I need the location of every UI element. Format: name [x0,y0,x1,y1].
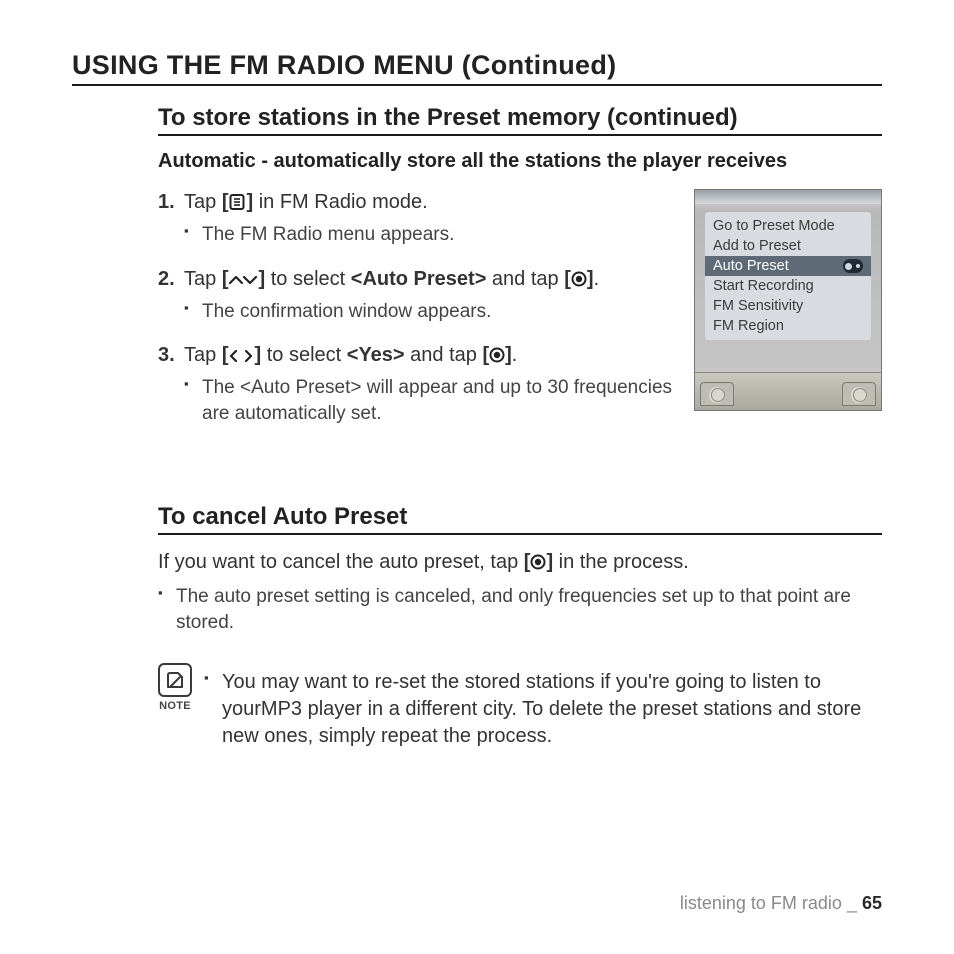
bracket-open: [ [564,268,571,290]
section-store-title: To store stations in the Preset memory (… [158,104,882,136]
step-1: 1. Tap [] in FM Radio mode. The FM Radio… [158,189,676,248]
bracket-open: [ [222,344,229,366]
bracket-close: ] [505,344,512,366]
step-text: Tap [184,344,222,366]
device-knob-icon [842,382,876,406]
bracket-open: [ [482,344,489,366]
step-text: and tap [405,344,483,366]
bracket-open: [ [222,268,229,290]
step-text: in FM Radio mode. [253,191,428,213]
step-num: 1. [158,189,175,216]
step-3: 3. Tap [] to select <Yes> and tap []. Th… [158,342,676,426]
menu-ref-yes: <Yes> [347,344,405,366]
step-text: . [594,268,600,290]
step-text: to select [265,268,351,290]
select-icon [489,347,505,363]
selection-indicator-icon [843,259,863,273]
select-icon [530,554,546,570]
section-store-subtitle: Automatic - automatically store all the … [158,150,882,173]
note-block: NOTE You may want to re-set the stored s… [158,663,882,752]
device-knob-icon [700,382,734,406]
page-footer: listening to FM radio _ 65 [680,893,882,914]
step-text: to select [261,344,347,366]
device-menu-item: Start Recording [705,276,871,296]
cancel-intro-post: in the process. [553,551,689,573]
left-right-icon [228,349,254,363]
step-note: The FM Radio menu appears. [184,222,676,248]
device-menu-item: FM Region [705,316,871,336]
device-menu-item: Add to Preset [705,236,871,256]
step-text: and tap [486,268,564,290]
cancel-text-block: If you want to cancel the auto preset, t… [158,549,882,636]
note-item: You may want to re-set the stored statio… [204,669,882,750]
step-num: 3. [158,342,175,369]
step-2: 2. Tap [] to select <Auto Preset> and ta… [158,266,676,325]
note-label: NOTE [158,700,192,712]
device-illustration: Go to Preset Mode Add to Preset Auto Pre… [694,189,882,411]
step-text: Tap [184,191,222,213]
cancel-intro-pre: If you want to cancel the auto preset, t… [158,551,524,573]
device-menu-item-selected: Auto Preset [705,256,871,276]
select-icon [571,271,587,287]
note-icon [158,663,192,697]
bracket-open: [ [222,191,229,213]
device-menu-item: Go to Preset Mode [705,216,871,236]
step-num: 2. [158,266,175,293]
step-note: The <Auto Preset> will appear and up to … [184,375,676,426]
steps-list: 1. Tap [] in FM Radio mode. The FM Radio… [158,189,676,427]
footer-text: listening to FM radio _ [680,893,862,913]
cancel-note: The auto preset setting is canceled, and… [158,584,882,635]
device-bottom-panel [695,372,881,410]
bracket-open: [ [524,551,531,573]
page-title: USING THE FM RADIO MENU (Continued) [72,50,882,86]
device-menu-item: FM Sensitivity [705,296,871,316]
page-number: 65 [862,893,882,913]
step-text: Tap [184,268,222,290]
menu-icon [228,194,246,210]
menu-ref-auto-preset: <Auto Preset> [351,268,487,290]
up-down-icon [228,273,258,287]
step-note: The confirmation window appears. [184,299,676,325]
device-menu: Go to Preset Mode Add to Preset Auto Pre… [705,212,871,340]
step-text: . [512,344,518,366]
bracket-close: ] [587,268,594,290]
section-cancel-title: To cancel Auto Preset [158,503,882,535]
